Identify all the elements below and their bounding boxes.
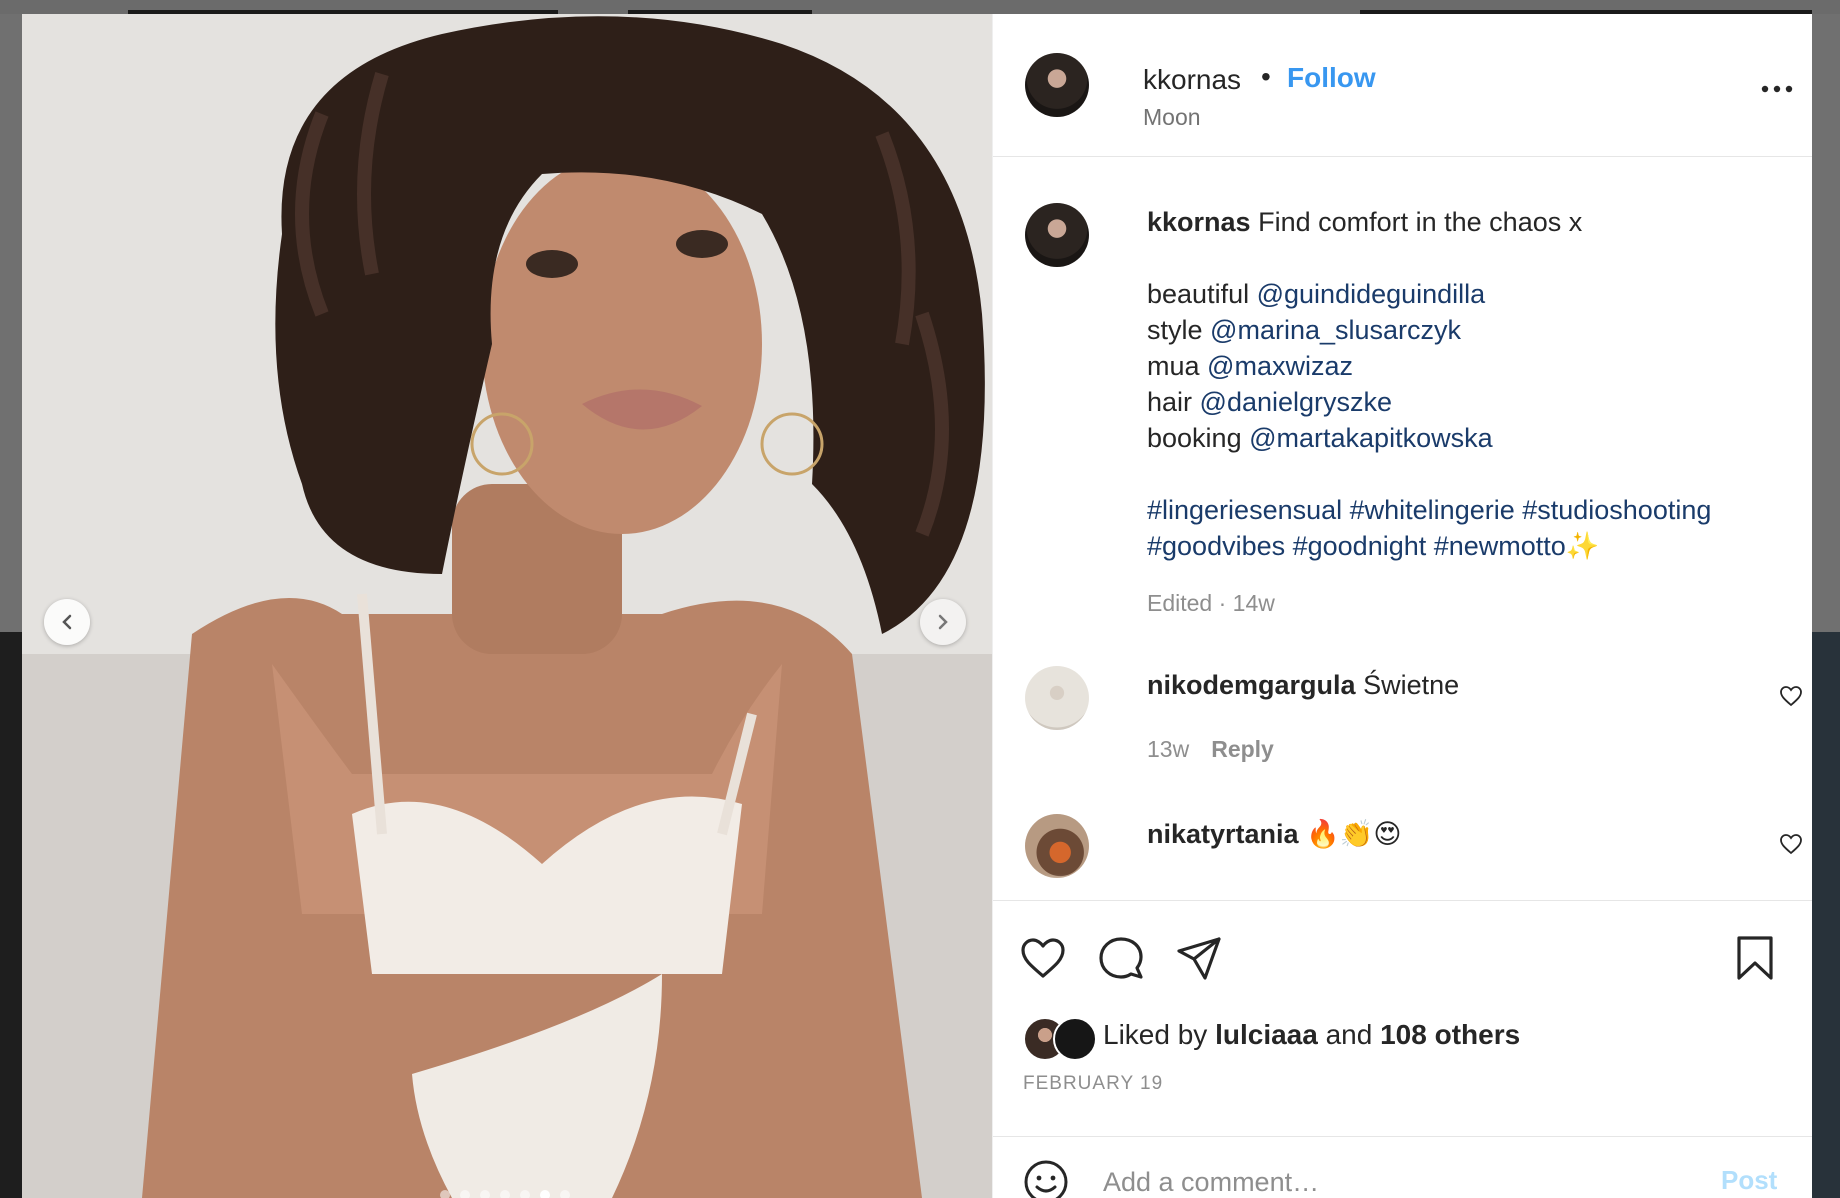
credit-line: mua @maxwizaz — [1147, 348, 1787, 384]
comment-body: Świetne — [1363, 670, 1460, 700]
follow-button[interactable]: Follow — [1287, 62, 1376, 94]
avatar[interactable] — [1025, 53, 1089, 117]
sparkles-emoji: ✨ — [1565, 531, 1600, 561]
post-date: FEBRUARY 19 — [1023, 1073, 1164, 1094]
hashtags-line-2: #goodvibes #goodnight #newmotto✨ — [1147, 528, 1787, 564]
credit-line: booking @martakapitkowska — [1147, 420, 1787, 456]
avatar[interactable] — [1025, 666, 1089, 730]
likes-conjunction: and — [1325, 1019, 1373, 1050]
avatar[interactable] — [1025, 203, 1089, 267]
credit-role: beautiful — [1147, 279, 1250, 309]
hashtags-line[interactable]: #lingeriesensual #whitelingerie #studios… — [1147, 492, 1787, 528]
heart-icon[interactable] — [1779, 832, 1803, 856]
caption-first-line: kkornas Find comfort in the chaos x — [1147, 204, 1787, 240]
mention-link[interactable]: @martakapitkowska — [1249, 423, 1493, 453]
likes-summary: Liked by lulciaaa and 108 others — [1103, 1019, 1520, 1051]
credit-role: booking — [1147, 423, 1242, 453]
liked-by-user[interactable]: lulciaaa — [1215, 1019, 1318, 1050]
carousel-dot — [540, 1190, 550, 1198]
emoji-icon[interactable] — [1023, 1159, 1069, 1198]
carousel-dot — [520, 1190, 530, 1198]
comment-username[interactable]: nikodemgargula — [1147, 670, 1356, 700]
mention-link[interactable]: @danielgryszke — [1200, 387, 1393, 417]
comment-text: nikodemgargula Świetne — [1147, 670, 1459, 701]
post-side-panel: kkornas • Follow Moon kkornas Find comfo… — [992, 14, 1812, 1198]
comment-username[interactable]: nikatyrtania — [1147, 819, 1299, 849]
post-actions: Liked by lulciaaa and 108 others FEBRUAR… — [993, 900, 1812, 1137]
likes-prefix: Liked by — [1103, 1019, 1208, 1050]
post-photo — [22, 14, 992, 1198]
comment-body: 🔥👏😍 — [1306, 819, 1402, 849]
carousel-dot — [460, 1190, 470, 1198]
credit-line: style @marina_slusarczyk — [1147, 312, 1787, 348]
hashtags-line[interactable]: #goodvibes #goodnight #newmotto — [1147, 531, 1566, 561]
carousel-prev-button[interactable] — [44, 599, 90, 645]
carousel-dot — [480, 1190, 490, 1198]
credit-role: style — [1147, 315, 1203, 345]
comments-fade — [993, 874, 1812, 900]
chevron-right-icon — [938, 614, 948, 630]
comments-section: kkornas Find comfort in the chaos x beau… — [993, 156, 1812, 900]
credit-role: mua — [1147, 351, 1200, 381]
caption-username[interactable]: kkornas — [1147, 207, 1251, 237]
credit-line: hair @danielgryszke — [1147, 384, 1787, 420]
page-backdrop-top — [0, 0, 1840, 14]
post-modal: kkornas • Follow Moon kkornas Find comfo… — [22, 14, 1812, 1198]
post-header: kkornas • Follow Moon — [993, 14, 1812, 157]
post-location[interactable]: Moon — [1143, 104, 1201, 131]
credit-line: beautiful @guindideguindilla — [1147, 276, 1787, 312]
carousel-dot — [560, 1190, 570, 1198]
page-backdrop-right — [1812, 14, 1840, 1198]
carousel-indicator — [440, 1190, 570, 1198]
share-icon[interactable] — [1175, 934, 1223, 982]
mention-link[interactable]: @guindideguindilla — [1257, 279, 1486, 309]
liked-by-avatars — [1023, 1017, 1097, 1061]
mention-link[interactable]: @marina_slusarczyk — [1210, 315, 1461, 345]
carousel-dot — [500, 1190, 510, 1198]
separator-dot: • — [1261, 61, 1271, 92]
bookmark-icon[interactable] — [1731, 934, 1779, 982]
carousel-next-button[interactable] — [920, 599, 966, 645]
heart-icon[interactable] — [1019, 934, 1067, 982]
carousel-dot — [440, 1190, 450, 1198]
credit-role: hair — [1147, 387, 1193, 417]
post-author-username[interactable]: kkornas — [1143, 64, 1241, 96]
caption-meta: Edited · 14w — [1147, 590, 1275, 616]
post-comment-button[interactable]: Post — [1721, 1165, 1777, 1196]
avatar[interactable] — [1025, 814, 1089, 878]
post-caption: kkornas Find comfort in the chaos x beau… — [1147, 204, 1787, 564]
comment-input[interactable] — [1101, 1161, 1685, 1198]
mention-link[interactable]: @maxwizaz — [1207, 351, 1353, 381]
likes-others-link[interactable]: 108 others — [1380, 1019, 1520, 1050]
chevron-left-icon — [62, 614, 72, 630]
heart-icon[interactable] — [1779, 684, 1803, 708]
comment-time: 13w — [1147, 736, 1190, 762]
caption-text: Find comfort in the chaos x — [1258, 207, 1583, 237]
post-media — [22, 14, 992, 1198]
comment-text: nikatyrtania 🔥👏😍 — [1147, 818, 1401, 850]
comment-icon[interactable] — [1097, 934, 1145, 982]
add-comment-bar: Post — [993, 1136, 1812, 1198]
reply-button[interactable]: Reply — [1211, 736, 1274, 762]
comment-meta: 13w Reply — [1147, 736, 1274, 763]
more-icon[interactable] — [1759, 82, 1795, 96]
page-backdrop-left — [0, 14, 22, 1198]
